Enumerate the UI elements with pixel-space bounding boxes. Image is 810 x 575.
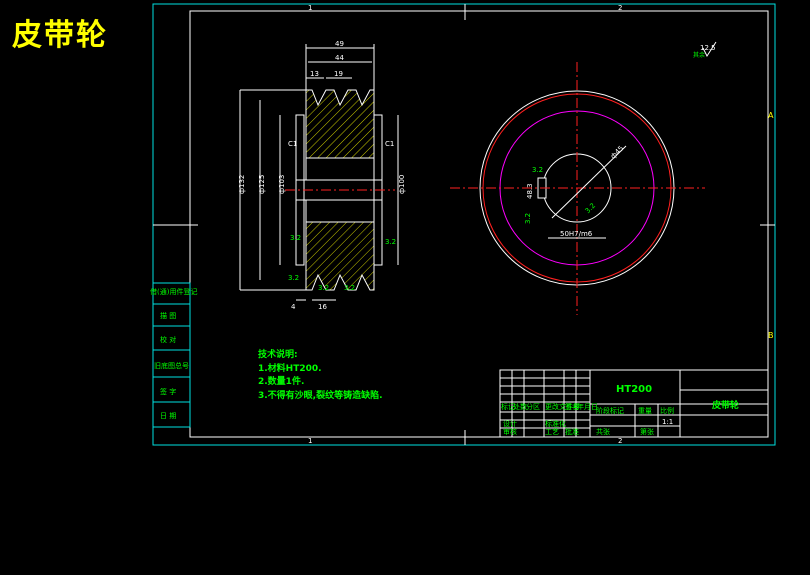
zone-label: 2 — [618, 4, 622, 12]
svg-text:2.数量1件.: 2.数量1件. — [258, 375, 304, 387]
svg-text:ф132: ф132 — [238, 175, 246, 194]
zone-label: 1 — [308, 4, 312, 12]
engineering-drawing: 1 2 1 2 A B 12.5 其余 借(通)用件登记 描 图 校 对 旧底图… — [150, 3, 776, 446]
svg-text:3.2: 3.2 — [524, 213, 532, 224]
svg-text:比例: 比例 — [660, 406, 674, 415]
svg-text:4: 4 — [291, 303, 296, 311]
svg-text:44: 44 — [335, 54, 344, 62]
svg-text:48.3: 48.3 — [526, 183, 534, 199]
svg-text:阶段标记: 阶段标记 — [596, 406, 624, 415]
side-label: 日 期 — [160, 412, 176, 420]
svg-text:3.不得有沙眼,裂纹等铸造缺陷.: 3.不得有沙眼,裂纹等铸造缺陷. — [258, 389, 383, 401]
svg-text:工艺: 工艺 — [545, 428, 559, 436]
svg-text:3.2: 3.2 — [288, 274, 299, 282]
svg-text:3.2: 3.2 — [344, 284, 355, 292]
side-label: 旧底图总号 — [154, 361, 189, 370]
side-label: 签 字 — [160, 387, 176, 396]
svg-text:12.5: 12.5 — [700, 44, 716, 52]
scale-value: 1:1 — [662, 418, 673, 426]
zone-label: B — [768, 331, 774, 340]
material-label: HT200 — [616, 384, 652, 395]
svg-text:3.2: 3.2 — [290, 234, 301, 242]
svg-text:C1: C1 — [288, 140, 297, 148]
section-view: 49 44 13 19 C1 C1 ф132 ф125 ф103 ф100 3.… — [238, 40, 406, 311]
side-label: 描 图 — [160, 311, 176, 320]
svg-text:共张: 共张 — [596, 427, 610, 436]
title-block: HT200 皮带轮 标记 处数 分区 更改文件号 签名 年月日 设计 标准化 阶… — [499, 369, 769, 438]
svg-text:处数: 处数 — [513, 402, 527, 411]
svg-text:C1: C1 — [385, 140, 394, 148]
svg-text:其余: 其余 — [693, 51, 705, 59]
svg-text:3.2: 3.2 — [385, 238, 396, 246]
svg-text:19: 19 — [334, 70, 343, 78]
svg-text:50H7/m6: 50H7/m6 — [560, 230, 593, 238]
svg-text:16: 16 — [318, 303, 327, 311]
svg-text:ф103: ф103 — [278, 175, 286, 194]
svg-text:ф100: ф100 — [398, 175, 406, 194]
svg-text:技术说明:: 技术说明: — [258, 348, 298, 360]
svg-text:批准: 批准 — [565, 427, 579, 436]
svg-text:3.2: 3.2 — [532, 166, 543, 174]
svg-text:3.2: 3.2 — [318, 284, 329, 292]
technical-notes: 技术说明: 1.材料HT200. 2.数量1件. 3.不得有沙眼,裂纹等铸造缺陷… — [258, 348, 383, 401]
outer-frame — [152, 3, 776, 446]
roughness-symbol: 12.5 其余 — [693, 41, 717, 59]
side-table: 借(通)用件登记 描 图 校 对 旧底图总号 签 字 日 期 — [150, 282, 197, 428]
svg-text:重量: 重量 — [638, 407, 652, 415]
zone-label: 2 — [618, 437, 622, 445]
svg-text:审核: 审核 — [503, 427, 517, 436]
svg-text:设计: 设计 — [503, 419, 517, 428]
svg-text:分区: 分区 — [526, 402, 540, 411]
svg-text:第张: 第张 — [640, 427, 654, 436]
svg-text:年月日: 年月日 — [577, 402, 598, 411]
front-view: ф45 3.2 3.2 48.3 3.2 50H7/m6 — [450, 62, 705, 315]
zone-label: 1 — [308, 437, 312, 445]
zone-label: A — [768, 111, 774, 120]
side-label: 借(通)用件登记 — [150, 287, 197, 296]
svg-text:ф45: ф45 — [609, 144, 625, 160]
svg-text:3.2: 3.2 — [584, 202, 598, 216]
svg-text:1.材料HT200.: 1.材料HT200. — [258, 362, 322, 374]
svg-text:ф125: ф125 — [258, 175, 266, 194]
part-name: 皮带轮 — [711, 399, 739, 411]
side-label: 校 对 — [160, 335, 176, 344]
svg-text:标准化: 标准化 — [545, 419, 566, 428]
svg-text:13: 13 — [310, 70, 319, 78]
svg-text:49: 49 — [335, 40, 344, 48]
